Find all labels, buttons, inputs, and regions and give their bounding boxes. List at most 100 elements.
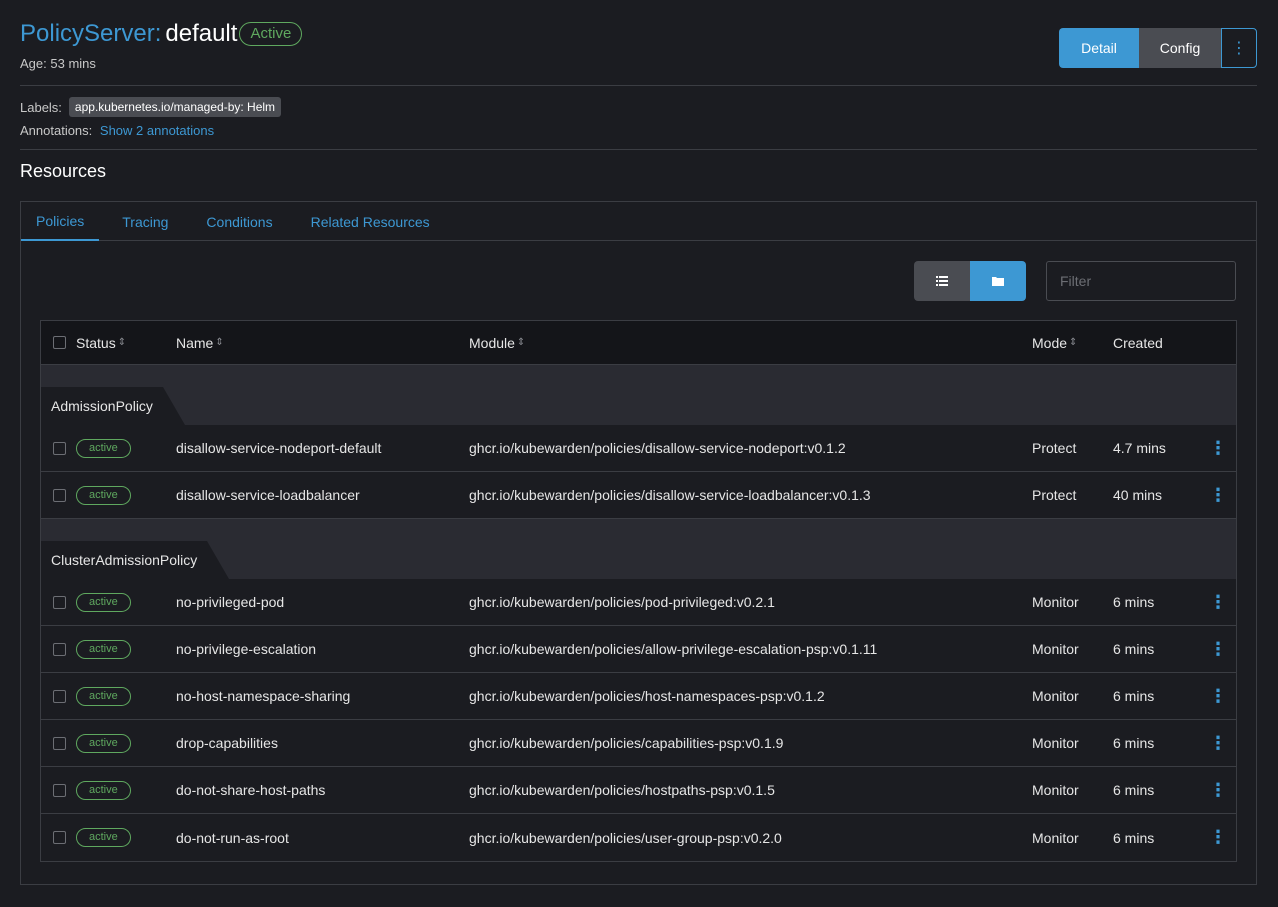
column-created[interactable]: Created bbox=[1113, 335, 1163, 351]
sort-icon: ⇕ bbox=[1069, 337, 1078, 348]
policy-name-link[interactable]: disallow-service-loadbalancer bbox=[176, 487, 360, 503]
sort-icon: ⇕ bbox=[215, 337, 224, 348]
column-status-label: Status bbox=[76, 334, 116, 351]
module-cell: ghcr.io/kubewarden/policies/hostpaths-ps… bbox=[469, 782, 775, 798]
policy-name-link[interactable]: no-host-namespace-sharing bbox=[176, 688, 350, 704]
mode-cell: Monitor bbox=[1032, 735, 1079, 751]
row-actions-kebab-icon[interactable]: ⋮ bbox=[1209, 438, 1227, 459]
mode-cell: Monitor bbox=[1032, 641, 1079, 657]
status-badge: active bbox=[76, 828, 131, 847]
group-header: ClusterAdmissionPolicy bbox=[41, 541, 1236, 579]
row-checkbox[interactable] bbox=[53, 595, 66, 609]
created-cell: 6 mins bbox=[1113, 688, 1155, 704]
table-row: active no-privileged-pod ghcr.io/kubewar… bbox=[41, 579, 1236, 626]
sort-icon: ⇕ bbox=[117, 337, 127, 348]
table-row: active disallow-service-loadbalancer ghc… bbox=[41, 472, 1236, 519]
status-badge: active bbox=[76, 485, 131, 505]
resource-name: default bbox=[165, 20, 238, 47]
table-row: active no-privilege-escalation ghcr.io/k… bbox=[41, 626, 1236, 673]
select-all-checkbox[interactable] bbox=[53, 336, 66, 349]
list-view-button[interactable] bbox=[914, 261, 970, 301]
module-cell: ghcr.io/kubewarden/policies/capabilities… bbox=[469, 735, 784, 751]
row-checkbox[interactable] bbox=[53, 441, 66, 455]
status-badge: active bbox=[76, 592, 131, 612]
divider bbox=[20, 149, 1257, 150]
created-cell: 6 mins bbox=[1113, 829, 1155, 846]
tab-conditions[interactable]: Conditions bbox=[191, 202, 287, 241]
group-label: AdmissionPolicy bbox=[41, 387, 185, 425]
row-checkbox[interactable] bbox=[53, 689, 66, 703]
resources-heading: Resources bbox=[20, 161, 107, 181]
sort-icon: ⇕ bbox=[516, 337, 526, 348]
row-checkbox[interactable] bbox=[53, 642, 66, 656]
divider bbox=[20, 85, 1257, 86]
view-toggle bbox=[914, 261, 1026, 301]
row-actions-kebab-icon[interactable]: ⋮ bbox=[1209, 639, 1227, 660]
row-actions-kebab-icon[interactable]: ⋮ bbox=[1209, 686, 1227, 707]
resource-kind-link[interactable]: PolicyServer: bbox=[20, 20, 161, 48]
policy-name-link[interactable]: drop-capabilities bbox=[176, 735, 278, 751]
row-checkbox[interactable] bbox=[53, 736, 66, 750]
module-cell: ghcr.io/kubewarden/policies/disallow-ser… bbox=[469, 440, 846, 456]
row-actions-kebab-icon[interactable]: ⋮ bbox=[1209, 485, 1227, 506]
column-mode[interactable]: Mode ⇕ bbox=[1032, 335, 1077, 351]
created-cell: 6 mins bbox=[1113, 594, 1155, 610]
mode-cell: Monitor bbox=[1032, 688, 1079, 704]
tab-related-resources[interactable]: Related Resources bbox=[296, 202, 445, 241]
created-cell: 6 mins bbox=[1113, 735, 1155, 751]
row-actions-kebab-icon[interactable]: ⋮ bbox=[1209, 733, 1227, 754]
group-spacer bbox=[41, 519, 1236, 541]
group-view-button[interactable] bbox=[970, 261, 1026, 301]
header-actions: Detail Config ⋮ bbox=[1059, 28, 1257, 68]
annotations-row: Annotations: Show 2 annotations bbox=[20, 123, 214, 138]
column-name[interactable]: Name ⇕ bbox=[176, 335, 224, 351]
page-title: PolicyServer: default Active bbox=[20, 20, 303, 48]
table-row: active do-not-share-host-paths ghcr.io/k… bbox=[41, 767, 1236, 814]
kebab-icon: ⋮ bbox=[1231, 40, 1247, 57]
tab-tracing[interactable]: Tracing bbox=[107, 202, 183, 241]
table-row: active disallow-service-nodeport-default… bbox=[41, 425, 1236, 472]
row-checkbox[interactable] bbox=[53, 783, 66, 797]
mode-cell: Protect bbox=[1032, 487, 1077, 503]
created-cell: 6 mins bbox=[1113, 782, 1155, 798]
mode-cell: Protect bbox=[1032, 440, 1077, 456]
policy-name-link[interactable]: no-privilege-escalation bbox=[176, 641, 316, 657]
status-badge: active bbox=[76, 686, 131, 706]
group-label: ClusterAdmissionPolicy bbox=[41, 541, 230, 579]
row-actions-kebab-icon[interactable]: ⋮ bbox=[1209, 827, 1227, 848]
created-cell: 4.7 mins bbox=[1113, 440, 1166, 456]
tab-bar: Policies Tracing Conditions Related Reso… bbox=[21, 202, 1256, 241]
annotations-label: Annotations: bbox=[20, 123, 93, 138]
column-module[interactable]: Module ⇕ bbox=[469, 335, 525, 351]
label-chip: app.kubernetes.io/managed-by: Helm bbox=[68, 97, 282, 117]
group-header: AdmissionPolicy bbox=[41, 387, 1236, 425]
more-actions-button[interactable]: ⋮ bbox=[1221, 28, 1257, 68]
policy-name-link[interactable]: disallow-service-nodeport-default bbox=[176, 440, 381, 456]
row-actions-kebab-icon[interactable]: ⋮ bbox=[1209, 780, 1227, 801]
labels-row: Labels: app.kubernetes.io/managed-by: He… bbox=[20, 97, 282, 117]
policy-name-link[interactable]: do-not-share-host-paths bbox=[176, 782, 325, 798]
status-badge: active bbox=[76, 438, 131, 458]
policy-name-link[interactable]: no-privileged-pod bbox=[176, 594, 284, 610]
policy-name-link[interactable]: do-not-run-as-root bbox=[176, 830, 289, 846]
resources-panel: Policies Tracing Conditions Related Reso… bbox=[20, 201, 1257, 885]
row-actions-kebab-icon[interactable]: ⋮ bbox=[1209, 592, 1227, 613]
column-name-label: Name bbox=[176, 334, 214, 351]
column-created-label: Created bbox=[1113, 334, 1163, 351]
column-status[interactable]: Status ⇕ bbox=[76, 335, 126, 351]
tab-policies[interactable]: Policies bbox=[21, 202, 100, 241]
show-annotations-link[interactable]: Show 2 annotations bbox=[100, 123, 214, 138]
mode-cell: Monitor bbox=[1032, 829, 1079, 846]
module-cell: ghcr.io/kubewarden/policies/pod-privileg… bbox=[469, 594, 775, 610]
column-module-label: Module bbox=[469, 334, 515, 351]
config-button[interactable]: Config bbox=[1139, 28, 1221, 68]
mode-cell: Monitor bbox=[1032, 594, 1079, 610]
table-row: active drop-capabilities ghcr.io/kubewar… bbox=[41, 720, 1236, 767]
policies-table: Status ⇕ Name ⇕ Module ⇕ Mode ⇕ Created Admi… bbox=[40, 320, 1237, 862]
age-value: 53 mins bbox=[50, 56, 96, 71]
detail-button[interactable]: Detail bbox=[1059, 28, 1139, 68]
row-checkbox[interactable] bbox=[53, 488, 66, 502]
row-checkbox[interactable] bbox=[53, 831, 66, 844]
age-line: Age: 53 mins bbox=[20, 56, 96, 71]
filter-input[interactable] bbox=[1046, 261, 1236, 301]
